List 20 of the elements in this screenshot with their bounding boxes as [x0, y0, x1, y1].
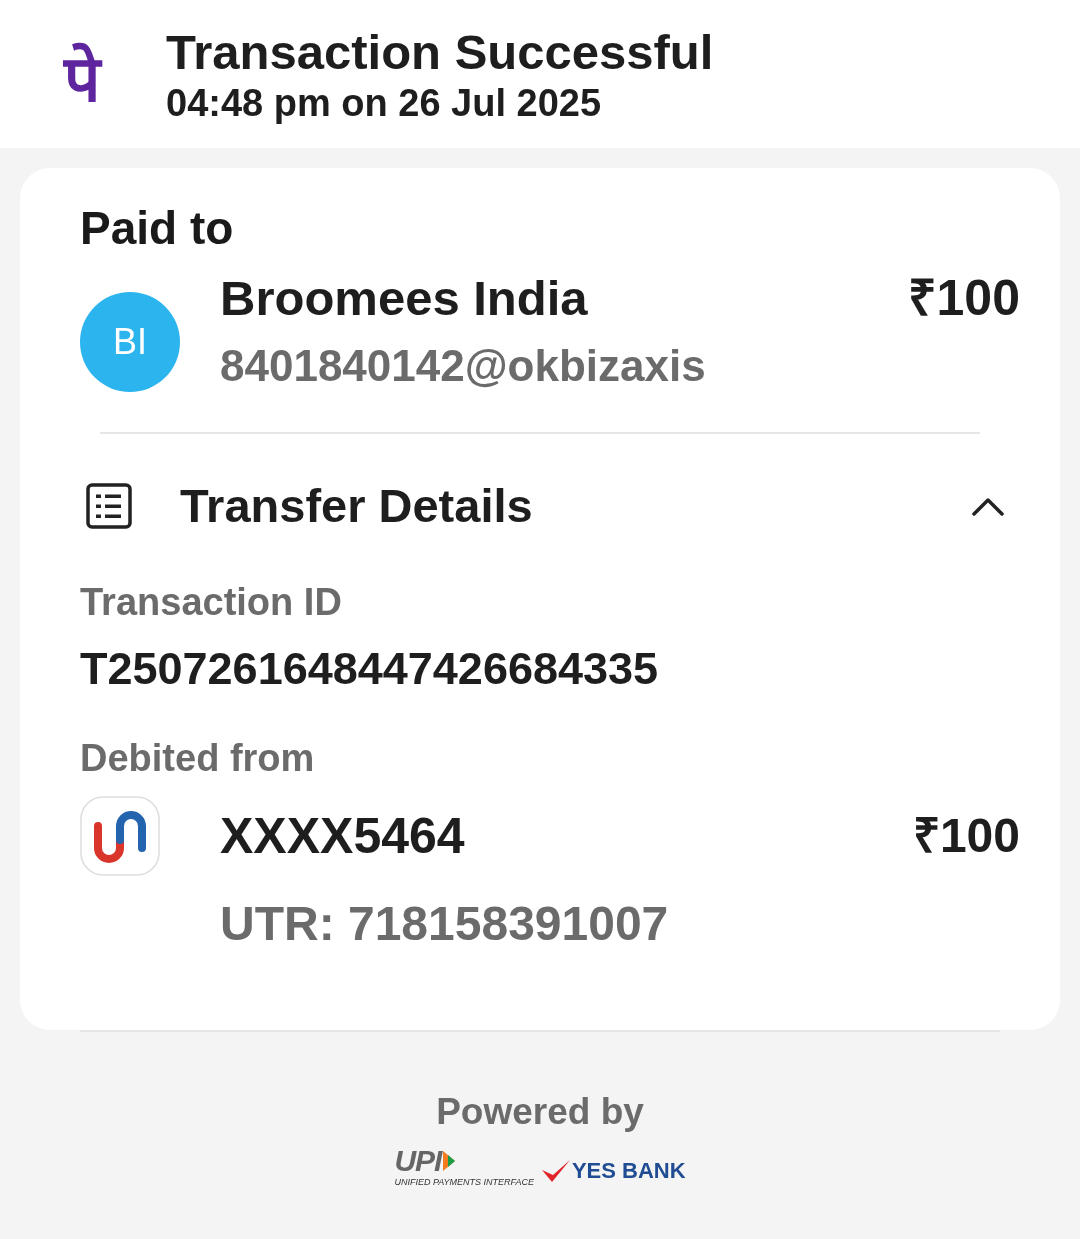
- transaction-id: T2507261648447426684335: [80, 644, 660, 694]
- field-label: Transaction ID: [80, 580, 343, 624]
- amount: ₹100: [912, 808, 1020, 864]
- status-title: Transaction Successful: [166, 24, 714, 81]
- avatar: BI: [80, 292, 180, 392]
- section-heading: Paid to: [80, 201, 235, 256]
- powered-by-label: Powered by: [436, 1090, 644, 1134]
- list-icon: [86, 483, 132, 529]
- bank-logo-icon: [80, 796, 160, 876]
- field-label: Debited from: [80, 736, 316, 780]
- payee-name: Broomees India: [220, 272, 589, 324]
- transfer-details-toggle[interactable]: Transfer Details: [180, 478, 971, 534]
- upi-logo: UPI UNIFIED PAYMENTS INTERFACE: [394, 1146, 534, 1188]
- chevron-up-icon[interactable]: [971, 496, 1005, 516]
- transaction-datetime: 04:48 pm on 26 Jul 2025: [166, 81, 603, 125]
- utr-number: UTR: 718158391007: [220, 896, 670, 952]
- amount: ₹100: [907, 272, 1020, 328]
- payee-vpa: 8401840142@okbizaxis: [220, 340, 707, 392]
- bank-logo: YES BANK: [539, 1158, 686, 1184]
- account-number: XXXX5464: [220, 808, 466, 864]
